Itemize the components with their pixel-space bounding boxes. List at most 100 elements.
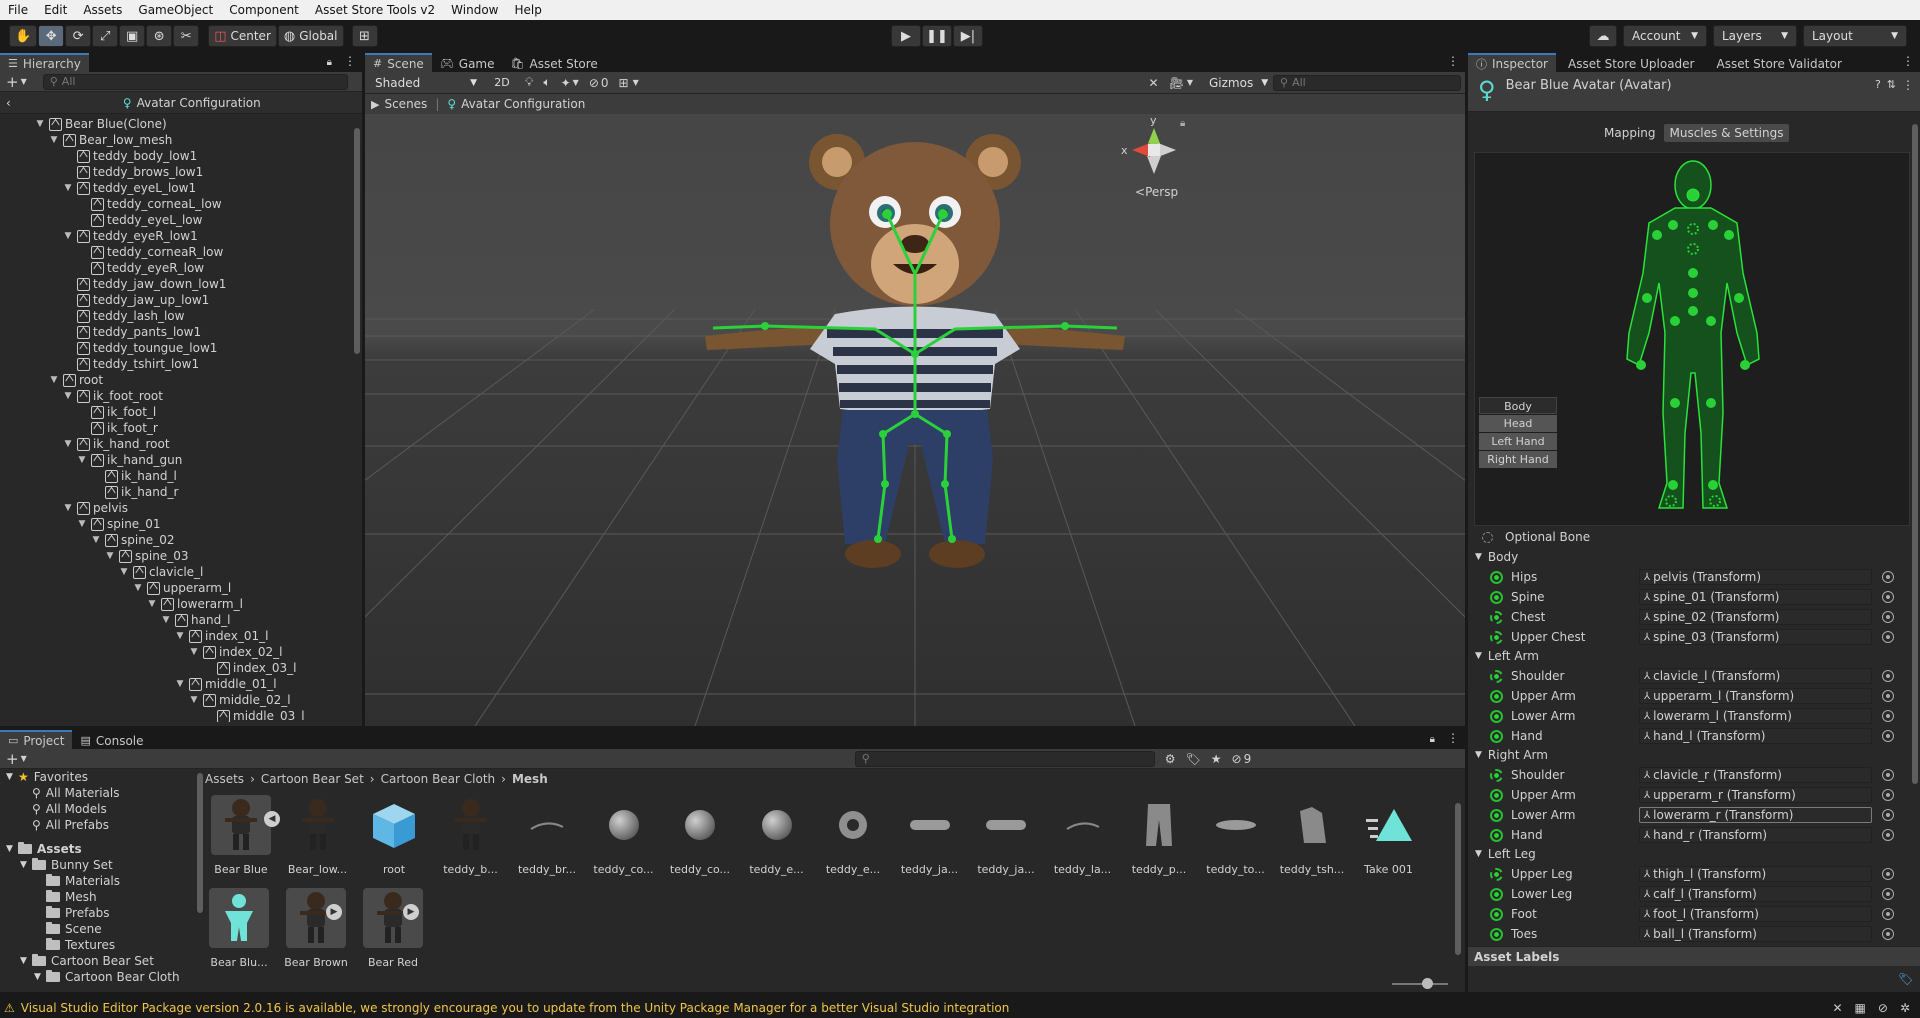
expand-arrow-icon[interactable]: ▼: [174, 631, 186, 641]
expand-arrow-icon[interactable]: ▼: [48, 375, 60, 385]
menu-component[interactable]: Component: [221, 3, 307, 17]
lock-icon[interactable]: 🔒︎: [1430, 734, 1435, 745]
bone-status-icon[interactable]: [1490, 669, 1503, 683]
bone-transform-field[interactable]: ⅄ upperarm_l (Transform): [1639, 688, 1872, 704]
effects-toggle-icon[interactable]: ✦: [561, 76, 571, 90]
asset-item[interactable]: teddy_ja...: [971, 795, 1041, 876]
scene-search-input[interactable]: ⚲ All: [1273, 74, 1461, 91]
hierarchy-item[interactable]: ▼ spine_03: [104, 548, 189, 564]
chevron-down-icon[interactable]: ▼: [633, 78, 639, 87]
asset-item[interactable]: Bear_low...: [283, 795, 353, 876]
project-search-input[interactable]: ⚲: [854, 750, 1155, 767]
project-tree-item[interactable]: Prefabs: [34, 905, 110, 921]
expand-arrow-icon[interactable]: ▼: [1475, 750, 1482, 760]
hierarchy-item[interactable]: ▼ teddy_eyeR_low1: [62, 228, 198, 244]
chevron-down-icon[interactable]: ▼: [21, 754, 27, 763]
breadcrumb-avatar-configuration[interactable]: Avatar Configuration: [137, 96, 261, 110]
expand-arrow-icon[interactable]: ▼: [6, 772, 18, 782]
chevron-down-icon[interactable]: ▼: [573, 78, 579, 87]
tab-console[interactable]: ▤ Console: [72, 730, 152, 749]
bone-status-icon[interactable]: [1490, 768, 1503, 782]
menu-file[interactable]: File: [0, 3, 36, 17]
asset-item[interactable]: teddy_to...: [1201, 795, 1271, 876]
search-by-label-icon[interactable]: 🏷︎: [1186, 752, 1201, 766]
bone-status-icon[interactable]: [1490, 610, 1503, 624]
hierarchy-item[interactable]: ▼ teddy_eyeL_low1: [62, 180, 197, 196]
view-left-hand-button[interactable]: Left Hand: [1479, 433, 1557, 450]
bone-status-icon[interactable]: [1490, 887, 1503, 901]
hierarchy-item[interactable]: teddy_pants_low1: [62, 324, 201, 340]
expand-arrow-icon[interactable]: ▼: [34, 119, 46, 129]
bone-group-header[interactable]: ▼ Left Leg: [1475, 845, 1536, 863]
bone-group-header[interactable]: ▼ Right Arm: [1475, 746, 1548, 764]
expand-arrow-icon[interactable]: ▼: [62, 231, 74, 241]
tab-asset-store[interactable]: 🛍︎ Asset Store: [502, 53, 606, 72]
perspective-label[interactable]: <Persp: [1135, 185, 1178, 199]
layers-dropdown[interactable]: Layers ▼: [1713, 25, 1797, 47]
project-tree-item[interactable]: ⚲ All Models: [20, 801, 107, 817]
bone-group-header[interactable]: ▼ Left Arm: [1475, 647, 1539, 665]
pivot-center-button[interactable]: ◫ Center: [208, 25, 277, 47]
menu-assets[interactable]: Assets: [75, 3, 130, 17]
expand-prefab-icon[interactable]: ▶: [326, 904, 342, 920]
thumbnail-size-slider[interactable]: [1392, 978, 1448, 989]
scene-viewport[interactable]: y x 🔒︎ <Persp: [365, 114, 1465, 726]
expand-arrow-icon[interactable]: ▼: [20, 860, 32, 870]
object-picker-icon[interactable]: [1882, 670, 1894, 682]
hierarchy-item[interactable]: ▼ upperarm_l: [132, 580, 232, 596]
inspector-scrollbar[interactable]: [1910, 124, 1920, 824]
asset-item[interactable]: Bear Blue: [206, 795, 276, 876]
hierarchy-item[interactable]: ▼ middle_02_l: [188, 692, 291, 708]
object-picker-icon[interactable]: [1882, 611, 1894, 623]
hierarchy-item[interactable]: middle_03_l: [202, 708, 305, 722]
lighting-toggle-icon[interactable]: 💡︎: [525, 75, 533, 90]
bone-status-icon[interactable]: [1490, 907, 1503, 921]
hierarchy-item[interactable]: index_03_l: [202, 660, 296, 676]
grid-toggle-icon[interactable]: ⊞: [619, 76, 629, 90]
tab-project[interactable]: ▭ Project: [0, 730, 73, 749]
asset-item[interactable]: teddy_p...: [1124, 795, 1194, 876]
expand-arrow-icon[interactable]: ▼: [62, 183, 74, 193]
project-tree-item[interactable]: ⚲ All Prefabs: [20, 817, 109, 833]
expand-arrow-icon[interactable]: ▼: [188, 647, 200, 657]
bone-transform-field[interactable]: ⅄ foot_l (Transform): [1639, 906, 1872, 922]
asset-item[interactable]: teddy_e...: [818, 795, 888, 876]
hierarchy-item[interactable]: teddy_eyeR_low: [76, 260, 204, 276]
tools-icon[interactable]: ✕: [1149, 76, 1159, 90]
asset-item[interactable]: teddy_co...: [665, 795, 735, 876]
view-head-button[interactable]: Head: [1479, 415, 1557, 432]
tab-game[interactable]: 🎮︎ Game: [431, 53, 503, 72]
object-picker-icon[interactable]: [1882, 591, 1894, 603]
hierarchy-item[interactable]: teddy_corneaL_low: [76, 196, 222, 212]
bone-transform-field[interactable]: ⅄ hand_r (Transform): [1639, 827, 1872, 843]
object-picker-icon[interactable]: [1882, 888, 1894, 900]
gizmos-dropdown[interactable]: Gizmos ▼: [1201, 73, 1268, 92]
expand-arrow-icon[interactable]: ▼: [132, 583, 144, 593]
audio-toggle-icon[interactable]: 🔈︎: [543, 75, 550, 90]
pivot-global-button[interactable]: ◍ Global: [277, 25, 344, 47]
breadcrumb-item[interactable]: Cartoon Bear Cloth: [381, 772, 496, 786]
search-by-type-icon[interactable]: ⚙: [1165, 752, 1176, 766]
debug-icon[interactable]: ✲: [1900, 1001, 1910, 1015]
project-tree-item[interactable]: ▼ Bunny Set: [20, 857, 113, 873]
expand-arrow-icon[interactable]: ▼: [1475, 651, 1482, 661]
hierarchy-item[interactable]: ▼ lowerarm_l: [146, 596, 243, 612]
grid-snap-button[interactable]: ⊞: [351, 25, 378, 47]
custom-tool-icon[interactable]: ✂: [173, 25, 200, 47]
orientation-gizmo[interactable]: y x: [1121, 114, 1176, 174]
object-picker-icon[interactable]: [1882, 809, 1894, 821]
expand-arrow-icon[interactable]: ▼: [104, 551, 116, 561]
bone-transform-field[interactable]: ⅄ calf_l (Transform): [1639, 886, 1872, 902]
hierarchy-item[interactable]: ik_hand_l: [90, 468, 177, 484]
step-button[interactable]: ▶|: [953, 25, 983, 47]
expand-arrow-icon[interactable]: ▼: [1475, 552, 1482, 562]
expand-arrow-icon[interactable]: ▼: [76, 519, 88, 529]
bone-status-icon[interactable]: [1490, 808, 1503, 822]
more-menu-icon[interactable]: ⋮: [1902, 78, 1914, 92]
object-picker-icon[interactable]: [1882, 868, 1894, 880]
hierarchy-item[interactable]: teddy_eyeL_low: [76, 212, 202, 228]
bone-transform-field[interactable]: ⅄ clavicle_l (Transform): [1639, 668, 1872, 684]
bone-status-icon[interactable]: [1490, 689, 1503, 703]
expand-arrow-icon[interactable]: ▼: [146, 599, 158, 609]
asset-item[interactable]: teddy_br...: [512, 795, 582, 876]
